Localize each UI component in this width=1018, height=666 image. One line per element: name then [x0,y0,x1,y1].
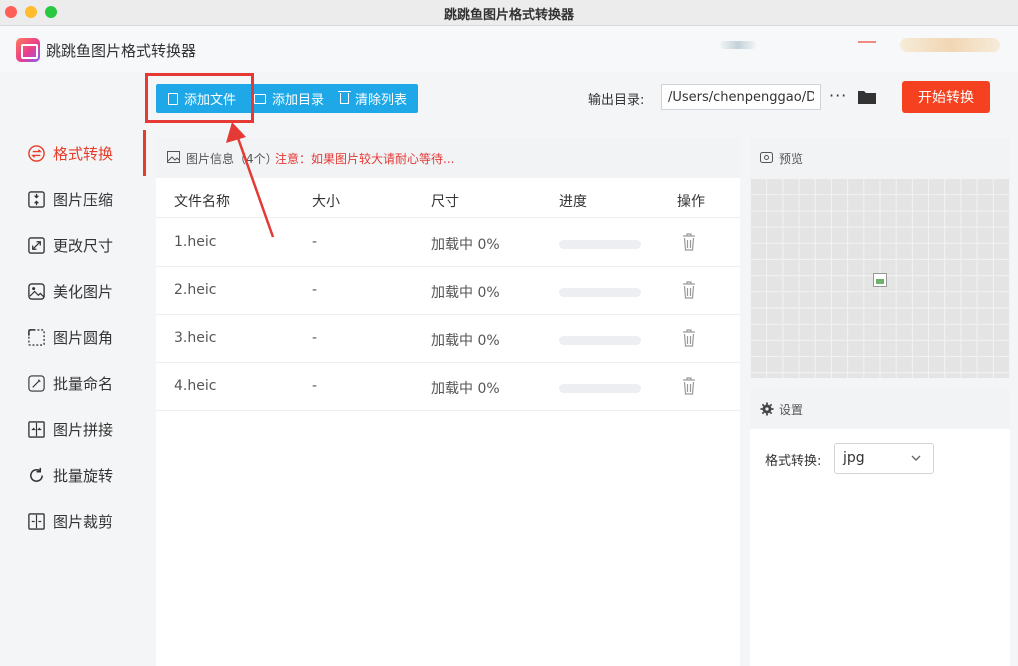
sidebar-item-label: 批量旋转 [53,466,114,485]
rounded-corner-icon [28,328,45,346]
resize-icon [28,236,45,254]
swap-icon [28,144,45,162]
table-header: 文件名称 大小 尺寸 进度 操作 [156,180,740,218]
wait-notice: 注意：如果图片较大请耐心等待... [275,152,455,166]
sidebar-item-merge[interactable]: 图片拼接 [0,406,146,452]
eye-icon [760,152,773,163]
add-directory-label: 添加目录 [272,93,325,108]
preview-title: 预览 [779,152,804,166]
preview-panel: 预览 [750,138,1010,378]
delete-icon[interactable] [682,377,696,395]
header-indicator [858,41,876,43]
file-dimension: 加载中 0% [431,237,500,253]
sidebar-item-label: 更改尺寸 [53,236,114,255]
file-dimension: 加载中 0% [431,381,500,397]
folder-icon[interactable] [857,89,877,105]
sidebar-item-label: 美化图片 [53,282,114,301]
sidebar-item-compress[interactable]: 图片压缩 [0,176,146,222]
settings-header: 设置 [750,389,1010,429]
sidebar-item-label: 格式转换 [53,144,114,163]
column-header-name: 文件名称 [174,194,230,210]
more-options-button[interactable]: ··· [829,86,847,105]
file-dimension: 加载中 0% [431,333,500,349]
app-logo-icon [16,38,40,62]
delete-icon[interactable] [682,329,696,347]
output-dir-label: 输出目录: [588,93,645,108]
file-name: 4.heic [174,378,217,394]
sidebar-item-batch-rename[interactable]: 批量命名 [0,360,146,406]
output-dir-input[interactable] [661,84,821,110]
progress-bar [559,384,641,393]
table-row[interactable]: 1.heic - 加载中 0% [156,219,740,267]
format-label: 格式转换: [765,454,822,469]
add-directory-button[interactable]: 添加目录 [254,84,324,113]
annotation-highlight-box [145,73,254,123]
delete-icon[interactable] [682,281,696,299]
file-name: 2.heic [174,282,217,298]
column-header-dimension: 尺寸 [431,194,459,210]
chevron-down-icon [911,455,921,461]
broken-image-icon [873,273,887,287]
trash-icon [338,91,351,104]
app-name: 跳跳鱼图片格式转换器 [46,42,197,60]
header-vip-badge[interactable] [900,38,1000,52]
settings-title: 设置 [779,403,804,417]
progress-bar [559,240,641,249]
start-convert-button[interactable]: 开始转换 [902,81,990,113]
file-dimension: 加载中 0% [431,285,500,301]
crop-icon [28,512,45,530]
file-size: - [312,234,318,250]
header-account-area[interactable] [720,41,756,49]
progress-bar [559,288,641,297]
column-header-progress: 进度 [559,194,587,210]
delete-icon[interactable] [682,233,696,251]
sidebar-item-label: 图片裁剪 [53,512,114,531]
progress-bar [559,336,641,345]
clear-list-label: 清除列表 [355,93,408,108]
sidebar-item-resize[interactable]: 更改尺寸 [0,222,146,268]
gear-icon [760,402,774,416]
rename-icon [28,374,45,392]
table-row[interactable]: 4.heic - 加载中 0% [156,363,740,411]
sidebar-item-beautify[interactable]: 美化图片 [0,268,146,314]
table-row[interactable]: 3.heic - 加载中 0% [156,315,740,363]
column-header-size: 大小 [312,194,340,210]
file-name: 3.heic [174,330,217,346]
file-size: - [312,330,318,346]
preview-header: 预览 [750,138,1010,178]
format-select[interactable]: jpg [834,443,934,474]
file-count-title: 图片信息（4个） [186,152,278,166]
file-list-panel: 图片信息（4个） 注意：如果图片较大请耐心等待... 文件名称 大小 尺寸 进度… [156,138,740,666]
file-size: - [312,378,318,394]
format-selected-value: jpg [843,450,865,466]
window-title: 跳跳鱼图片格式转换器 [443,8,574,23]
merge-icon [28,420,45,438]
sidebar-item-label: 图片圆角 [53,328,114,347]
image-icon [167,151,180,163]
column-header-action: 操作 [677,194,705,210]
window-titlebar: 跳跳鱼图片格式转换器 [0,0,1018,26]
sidebar-item-format-convert[interactable]: 格式转换 [0,130,146,176]
sidebar-item-batch-rotate[interactable]: 批量旋转 [0,452,146,498]
sidebar-item-label: 图片拼接 [53,420,114,439]
sidebar-item-rounded-corner[interactable]: 图片圆角 [0,314,146,360]
compress-icon [28,190,45,208]
file-name: 1.heic [174,234,217,250]
app-header: 跳跳鱼图片格式转换器 [0,26,1018,72]
rotate-icon [30,467,43,482]
file-info-bar: 图片信息（4个） 注意：如果图片较大请耐心等待... [156,138,740,178]
sidebar-item-label: 图片压缩 [53,190,114,209]
file-size: - [312,282,318,298]
sidebar-item-crop[interactable]: 图片裁剪 [0,498,146,544]
table-row[interactable]: 2.heic - 加载中 0% [156,267,740,315]
settings-panel: 设置 格式转换: jpg [750,389,1010,666]
sidebar-item-label: 批量命名 [53,374,114,393]
folder-outline-icon [254,93,266,104]
clear-list-button[interactable]: 清除列表 [338,84,408,113]
beautify-icon [28,282,45,300]
